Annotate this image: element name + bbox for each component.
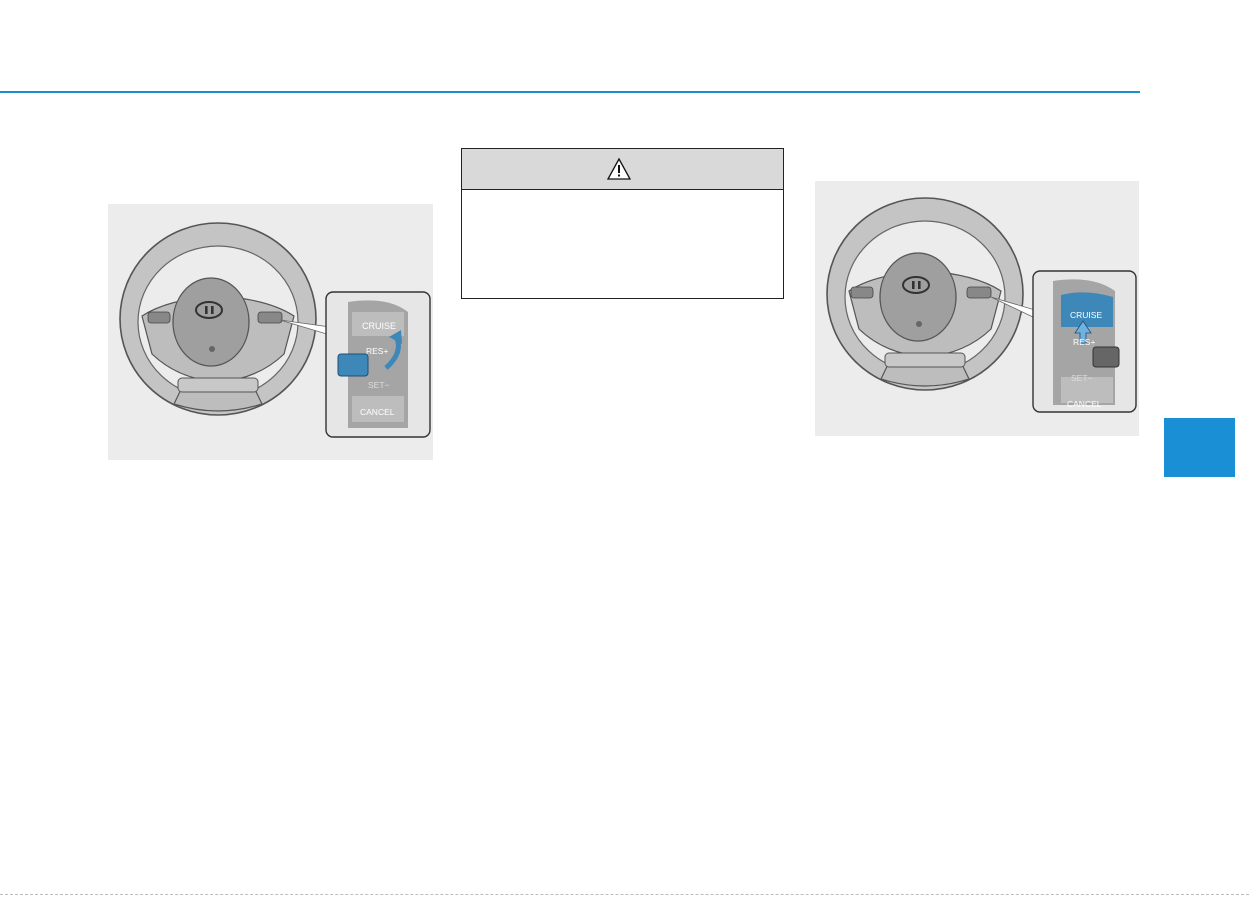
steering-wheel (119, 222, 317, 416)
warning-box (461, 148, 784, 299)
warning-header (462, 149, 783, 190)
footer-rule (0, 894, 1249, 895)
warning-triangle-icon (606, 157, 631, 180)
set-key-label: SET− (1071, 373, 1093, 383)
steering-wheel-cruise-illustration: CRUISE RES+ SET− CANCEL (826, 197, 1137, 413)
header-rule (0, 91, 1140, 93)
cancel-key-label: CANCEL (360, 407, 395, 417)
steering-wheel-figure-res: CRUISE RES+ SET− CANCEL (108, 204, 433, 460)
cancel-key-label: CANCEL (1067, 399, 1102, 409)
section-tab (1164, 418, 1235, 477)
steering-wheel (826, 197, 1024, 391)
res-set-toggle-switch (337, 353, 369, 377)
cruise-key-label: CRUISE (1070, 310, 1102, 320)
set-key-label: SET− (368, 380, 390, 390)
cruise-control-callout: CRUISE RES+ SET− CANCEL (325, 291, 431, 438)
steering-wheel-res-illustration: CRUISE RES+ SET− CANCEL (119, 222, 431, 438)
steering-wheel-figure-cruise: CRUISE RES+ SET− CANCEL (815, 181, 1139, 436)
res-key-label: RES+ (1073, 337, 1095, 347)
cruise-control-callout: CRUISE RES+ SET− CANCEL (1032, 270, 1137, 413)
res-key-label: RES+ (366, 346, 388, 356)
cruise-key-label: CRUISE (362, 321, 396, 331)
